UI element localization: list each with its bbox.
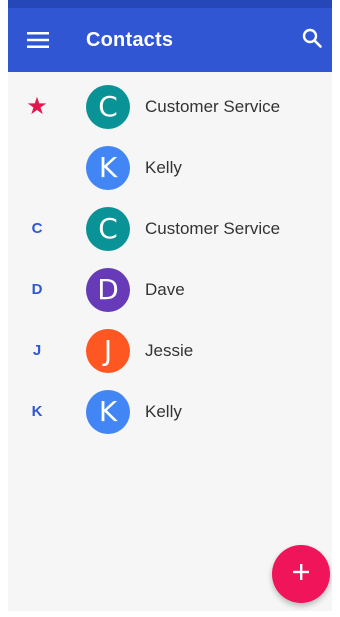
page-title: Contacts	[86, 28, 174, 51]
contact-name: Dave	[145, 279, 185, 299]
favorite-star-icon: ★	[26, 93, 48, 120]
contact-name: Kelly	[145, 157, 182, 177]
contact-row[interactable]: J J Jessie	[8, 320, 332, 381]
hamburger-menu-icon	[27, 31, 49, 49]
avatar: K	[86, 145, 130, 190]
app-bar: Contacts	[8, 8, 332, 72]
menu-button[interactable]	[10, 12, 66, 68]
search-icon	[302, 28, 322, 53]
contact-row[interactable]: C C Customer Service	[8, 198, 332, 259]
plus-icon	[292, 563, 310, 586]
contact-name: Customer Service	[145, 218, 281, 238]
contact-name: Customer Service	[145, 96, 281, 116]
contact-row[interactable]: K Kelly	[8, 137, 332, 198]
section-header: C	[31, 220, 43, 237]
contact-name: Jessie	[145, 340, 194, 360]
avatar: C	[86, 206, 130, 251]
status-bar	[8, 0, 332, 8]
search-button[interactable]	[292, 12, 332, 68]
avatar: J	[86, 328, 130, 373]
contact-list: ★ C Customer Service K Kelly C C Custome…	[8, 72, 332, 442]
contacts-screen: Contacts ★ C Customer Service K Kelly C …	[0, 0, 340, 617]
section-header: J	[32, 342, 42, 359]
contact-row[interactable]: K K Kelly	[8, 381, 332, 442]
add-contact-button[interactable]	[272, 545, 330, 603]
section-header: D	[31, 281, 43, 298]
avatar: K	[86, 389, 130, 434]
contact-row[interactable]: ★ C Customer Service	[8, 76, 332, 137]
avatar: D	[86, 267, 130, 312]
avatar: C	[86, 84, 130, 129]
contact-row[interactable]: D D Dave	[8, 259, 332, 320]
contact-name: Kelly	[145, 401, 182, 421]
section-header: K	[31, 403, 43, 420]
